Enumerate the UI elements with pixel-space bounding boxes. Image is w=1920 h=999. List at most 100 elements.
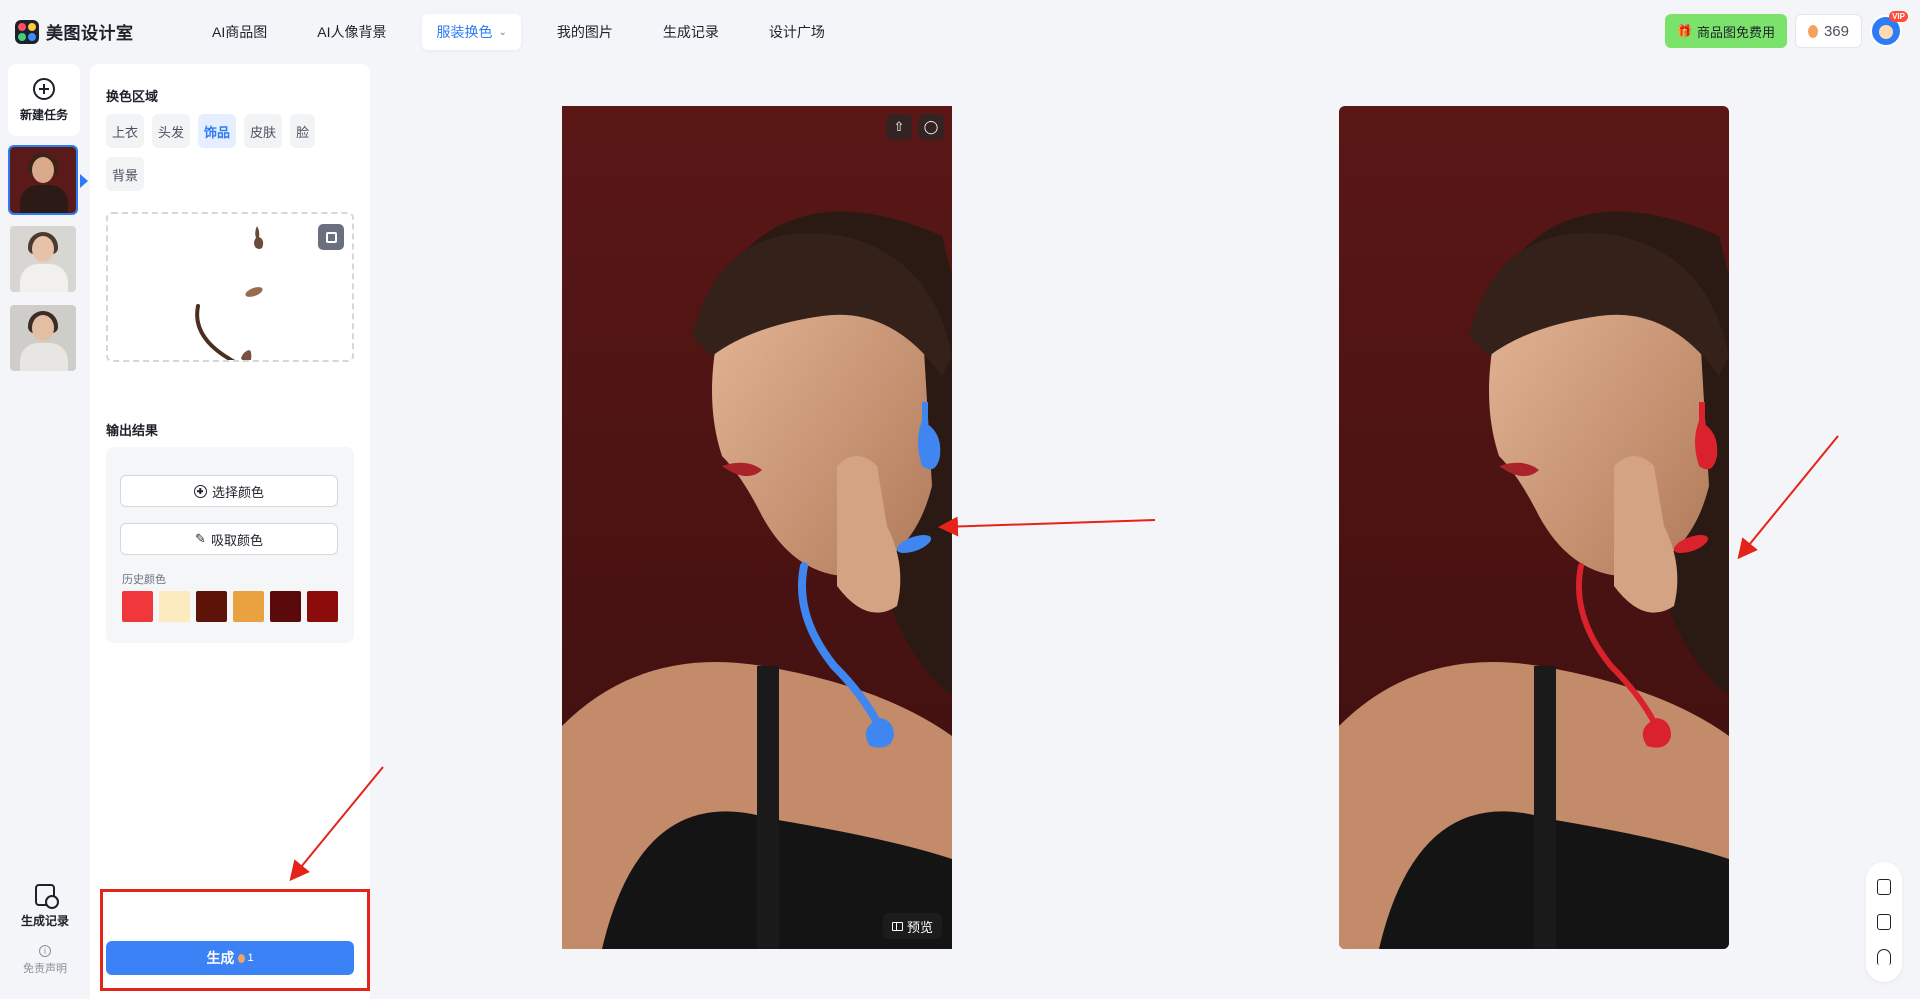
output-options: 选择颜色 ✎ 吸取颜色 历史颜色 [106,447,354,643]
bean-icon [238,953,246,963]
feedback-icon[interactable] [1877,879,1891,896]
free-label: 商品图免费用 [1696,24,1775,40]
chip-hair[interactable]: 头发 [152,114,191,148]
disclaimer-label: 免责声明 [23,963,67,975]
book-icon [891,921,903,931]
result-image [1339,106,1729,949]
color-swatch-2[interactable] [159,591,190,622]
edit-mask-button[interactable] [318,224,344,250]
vip-badge: VIP [1889,11,1908,22]
absorb-color-button[interactable]: ✎ 吸取颜色 [120,523,338,555]
chip-face[interactable]: 脸 [290,114,316,148]
color-swatch-3[interactable] [196,591,227,622]
annotation-highlight-box [100,889,370,991]
floating-toolbar [1866,862,1902,982]
chip-background[interactable]: 背景 [106,157,145,191]
portrait-result [1339,106,1729,949]
nav-label: AI商品图 [212,24,268,40]
arrow-to-result [1737,435,1839,560]
task-thumbnail-2[interactable] [8,224,78,294]
generate-button[interactable]: 生成 1 [106,941,354,975]
main-nav: AI商品图 AI人像背景 服装换色 ⌄ 我的图片 生成记录 设计广场 [198,14,861,50]
accessory-mask-image [195,226,264,360]
output-title: 输出结果 [106,423,159,438]
history-color-swatches [122,591,338,622]
credits-count: 369 [1823,22,1849,40]
brand-logo[interactable]: 美图设计室 [15,19,134,44]
pick-color-label: 选择颜色 [211,484,264,500]
region-chips: 上衣 头发 饰品 皮肤 脸 背景 [106,114,356,191]
active-thumb-indicator [80,174,88,188]
guide-book-icon[interactable] [1877,913,1891,930]
top-bar: 美图设计室 AI商品图 AI人像背景 服装换色 ⌄ 我的图片 生成记录 设计广场 … [0,0,1920,62]
mask-preview [106,212,354,362]
generate-cost: 1 [238,952,254,964]
pick-color-button[interactable]: 选择颜色 [120,475,338,507]
history-label: 生成记录 [20,914,69,928]
chip-accessories[interactable]: 饰品 [198,114,237,148]
left-rail: 新建任务 [8,64,80,373]
avatar-face [1879,25,1893,39]
arrow-to-mask [938,516,1156,537]
source-image: ⇧ ◯ 预览 [562,106,952,949]
generate-cost-value: 1 [247,952,254,964]
nav-design-square[interactable]: 设计广场 [755,14,839,50]
history-clock-icon [35,884,59,909]
avatar[interactable]: VIP [1870,11,1908,47]
nav-ai-portrait-bg[interactable]: AI人像背景 [303,14,400,50]
nav-label: 服装换色 [436,24,493,40]
plus-circle-icon [33,77,55,100]
credits-button[interactable]: 369 [1794,14,1862,48]
new-task-button[interactable]: 新建任务 [8,64,80,136]
preview-label: 预览 [906,919,933,935]
color-swatch-6[interactable] [307,591,338,622]
gift-icon: 🎁 [1677,24,1692,38]
info-icon: i [39,945,51,957]
thumb-face [32,315,54,341]
thumb-face [32,157,54,183]
eyedropper-icon: ✎ [195,531,206,546]
lasso-icon[interactable]: ◯ [918,114,944,140]
nav-my-images[interactable]: 我的图片 [543,14,627,50]
thumb-body [20,343,68,371]
history-button[interactable]: 生成记录 [8,884,82,929]
rail-bottom: 生成记录 i 免责声明 [8,884,82,976]
thumb-face [32,236,54,262]
generate-label: 生成 [206,950,235,966]
settings-panel: 换色区域 上衣 头发 饰品 皮肤 脸 背景 输出结果 选择颜色 ✎ 吸取颜色 历… [90,64,370,999]
headset-icon[interactable] [1877,948,1891,965]
new-task-label: 新建任务 [19,107,68,122]
image-toolbar: ⇧ ◯ [886,114,944,140]
nav-clothing-recolor[interactable]: 服装换色 ⌄ [422,14,521,50]
disclaimer-link[interactable]: i 免责声明 [8,945,82,976]
nav-label: 设计广场 [768,24,825,40]
free-product-image-button[interactable]: 🎁 商品图免费用 [1665,14,1787,48]
absorb-color-label: 吸取颜色 [210,532,263,548]
nav-ai-product[interactable]: AI商品图 [198,14,281,50]
nav-history[interactable]: 生成记录 [649,14,733,50]
nav-label: 我的图片 [556,24,613,40]
preview-button[interactable]: 预览 [882,913,942,939]
chevron-down-icon: ⌄ [498,26,507,38]
history-colors-label: 历史颜色 [122,574,166,586]
color-swatch-1[interactable] [122,591,153,622]
task-thumbnail-3[interactable] [8,303,78,373]
chip-top[interactable]: 上衣 [106,114,145,148]
color-swatch-5[interactable] [270,591,301,622]
thumb-body [20,185,68,213]
upload-icon[interactable]: ⇧ [886,114,912,140]
brand-name: 美图设计室 [46,24,134,43]
plus-circle-icon [193,484,207,498]
nav-label: 生成记录 [662,24,719,40]
top-right-actions: 🎁 商品图免费用 369 VIP [1665,11,1908,48]
task-thumbnail-1[interactable] [8,145,78,215]
edit-icon [325,231,337,243]
bean-icon [1807,24,1818,38]
logo-icon [15,19,39,44]
region-title: 换色区域 [106,89,159,104]
nav-label: AI人像背景 [317,24,387,40]
color-swatch-4[interactable] [233,591,264,622]
portrait-with-mask [562,106,952,949]
chip-skin[interactable]: 皮肤 [244,114,283,148]
thumb-body [20,264,68,292]
